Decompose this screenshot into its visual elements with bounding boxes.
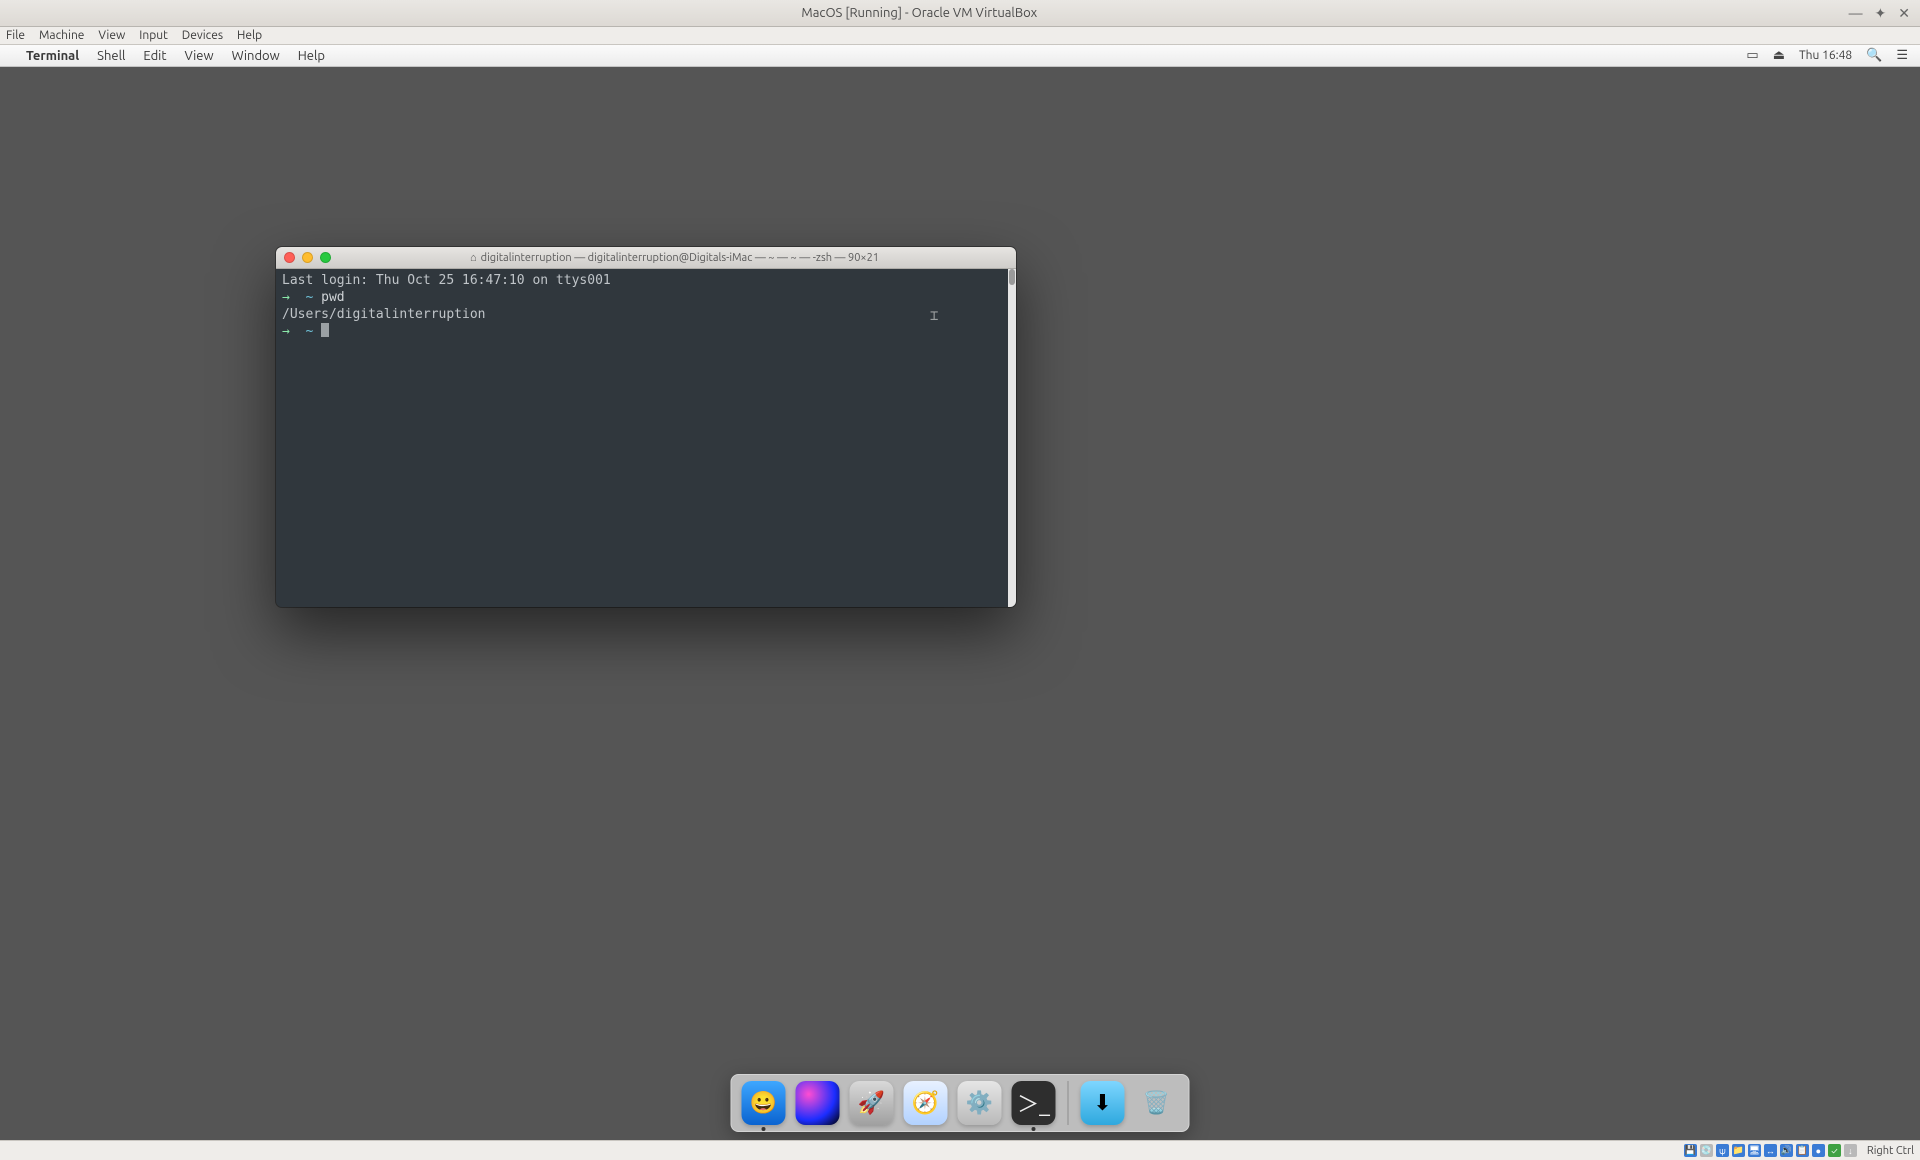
virtualbox-window-title: MacOS [Running] - Oracle VM VirtualBox (0, 6, 1839, 20)
vbox-display-icon[interactable]: 🖥 (1748, 1144, 1761, 1157)
terminal-maximize-button[interactable] (320, 252, 331, 263)
dock-item-launchpad[interactable]: 🚀 (850, 1081, 894, 1125)
terminal-title-text: digitalinterruption — digitalinterruptio… (481, 252, 879, 264)
prompt-tilde: ~ (305, 290, 313, 305)
vbox-cd-icon[interactable]: 💿 (1700, 1144, 1713, 1157)
vbox-harddisk-icon[interactable]: 💾 (1684, 1144, 1697, 1157)
virtualbox-menubar: File Machine View Input Devices Help (0, 27, 1920, 45)
maximize-button[interactable]: ✦ (1875, 5, 1887, 22)
vbox-clipboard-icon[interactable]: 📋 (1796, 1144, 1809, 1157)
macos-clock[interactable]: Thu 16:48 (1799, 49, 1852, 62)
guest-screen: Terminal Shell Edit View Window Help ▭ ⏏… (0, 45, 1920, 1140)
prompt-arrow: → (282, 290, 290, 305)
terminal-command-pwd: pwd (321, 290, 344, 305)
terminal-minimize-button[interactable] (302, 252, 313, 263)
dock-item-siri[interactable] (796, 1081, 840, 1125)
vbox-mouse-icon[interactable]: ↓ (1844, 1144, 1857, 1157)
virtualbox-window-buttons: — ✦ ✕ (1839, 5, 1920, 22)
vbox-shared-folder-icon[interactable]: 📁 (1732, 1144, 1745, 1157)
terminal-window-title: ⌂ digitalinterruption — digitalinterrupt… (341, 252, 1008, 264)
close-button[interactable]: ✕ (1898, 5, 1910, 22)
home-icon: ⌂ (470, 252, 477, 264)
dock-item-settings[interactable]: ⚙️ (958, 1081, 1002, 1125)
vbox-menu-machine[interactable]: Machine (39, 29, 84, 42)
vbox-network-icon[interactable]: ↔ (1764, 1144, 1777, 1157)
vbox-menu-input[interactable]: Input (139, 29, 168, 42)
macos-menu-view[interactable]: View (184, 49, 213, 63)
dock-item-safari[interactable]: 🧭 (904, 1081, 948, 1125)
spotlight-icon[interactable]: 🔍 (1866, 48, 1882, 63)
macos-menu-shell[interactable]: Shell (97, 49, 125, 63)
dock-item-finder[interactable]: 😀 (742, 1081, 786, 1125)
list-icon[interactable]: ☰ (1896, 48, 1908, 63)
terminal-titlebar[interactable]: ⌂ digitalinterruption — digitalinterrupt… (276, 247, 1016, 269)
macos-menu-help[interactable]: Help (298, 49, 325, 63)
dock-item-trash[interactable]: 🗑️ (1135, 1081, 1179, 1125)
vbox-menu-help[interactable]: Help (237, 29, 262, 42)
macos-menubar: Terminal Shell Edit View Window Help ▭ ⏏… (0, 45, 1920, 67)
terminal-cursor (321, 323, 329, 337)
terminal-scrollbar-thumb[interactable] (1009, 269, 1015, 285)
vbox-menu-view[interactable]: View (98, 29, 125, 42)
vbox-usb-icon[interactable]: ψ (1716, 1144, 1729, 1157)
macos-menu-edit[interactable]: Edit (143, 49, 166, 63)
vbox-menu-file[interactable]: File (6, 29, 25, 42)
virtualbox-titlebar: MacOS [Running] - Oracle VM VirtualBox —… (0, 0, 1920, 27)
vbox-audio-icon[interactable]: 🔊 (1780, 1144, 1793, 1157)
macos-desktop[interactable]: ⌂ digitalinterruption — digitalinterrupt… (0, 67, 1920, 1140)
macos-menu-window[interactable]: Window (232, 49, 280, 63)
terminal-window[interactable]: ⌂ digitalinterruption — digitalinterrupt… (276, 247, 1016, 607)
terminal-last-login: Last login: Thu Oct 25 16:47:10 on ttys0… (282, 273, 611, 288)
terminal-traffic-lights (284, 252, 331, 263)
dock-item-terminal[interactable]: ＞_ (1012, 1081, 1056, 1125)
dock-item-downloads[interactable]: ⬇ (1081, 1081, 1125, 1125)
virtualbox-statusbar: 💾 💿 ψ 📁 🖥 ↔ 🔊 📋 ● ✓ ↓ Right Ctrl (0, 1140, 1920, 1160)
virtualbox-host-key: Right Ctrl (1867, 1145, 1914, 1157)
eject-icon[interactable]: ⏏ (1773, 48, 1785, 63)
terminal-body[interactable]: Last login: Thu Oct 25 16:47:10 on ttys0… (276, 269, 1016, 607)
vbox-cpu-icon[interactable]: ✓ (1828, 1144, 1841, 1157)
terminal-scrollbar[interactable] (1008, 269, 1016, 607)
prompt-tilde: ~ (305, 324, 313, 339)
dock-separator (1068, 1081, 1069, 1125)
macos-dock: 😀 🚀 🧭 ⚙️ ＞_ ⬇ 🗑️ (731, 1074, 1190, 1132)
terminal-close-button[interactable] (284, 252, 295, 263)
virtualbox-status-icons: 💾 💿 ψ 📁 🖥 ↔ 🔊 📋 ● ✓ ↓ (1684, 1144, 1857, 1157)
terminal-pwd-output: /Users/digitalinterruption (282, 307, 486, 322)
vbox-menu-devices[interactable]: Devices (182, 29, 223, 42)
macos-menubar-tray: ▭ ⏏ Thu 16:48 🔍 ☰ (1746, 48, 1908, 63)
display-icon[interactable]: ▭ (1746, 48, 1758, 63)
running-indicator-dot (762, 1127, 766, 1131)
vbox-recording-icon[interactable]: ● (1812, 1144, 1825, 1157)
prompt-arrow: → (282, 324, 290, 339)
text-cursor-icon: ⌶ (930, 308, 938, 325)
minimize-button[interactable]: — (1849, 5, 1863, 22)
running-indicator-dot (1032, 1127, 1036, 1131)
macos-app-menus: Terminal Shell Edit View Window Help (26, 49, 325, 63)
macos-app-name[interactable]: Terminal (26, 49, 79, 63)
